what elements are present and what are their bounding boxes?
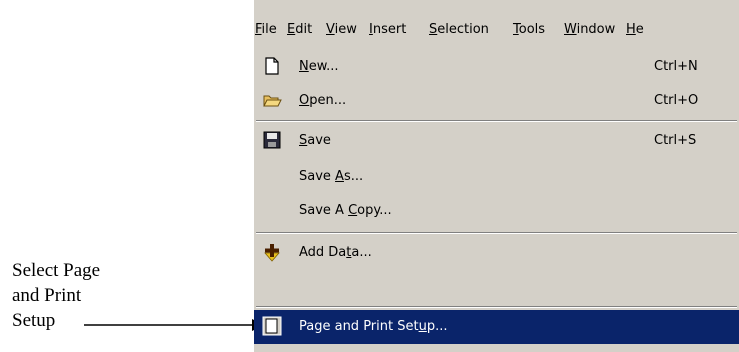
menu-help[interactable]: He [626,22,644,37]
menu-insert[interactable]: Insert [369,22,406,37]
open-folder-icon [263,95,282,107]
shortcut-text: Ctrl+O [654,93,699,108]
menu-item-save-a-copy[interactable]: Save A Copy... [254,194,739,228]
callout-arrow [84,319,264,331]
add-data-icon [264,244,280,262]
menu-item-label: New... [299,59,339,74]
menu-bar: File Edit View Insert Selection Tools Wi… [254,0,739,50]
page-setup-icon [262,316,282,336]
annotation-line-1: Select Page [12,260,101,281]
menu-separator [256,120,737,122]
menu-item-new[interactable]: New... Ctrl+N [254,50,739,84]
shortcut-text: Ctrl+S [654,133,697,148]
menu-separator [256,306,737,308]
file-menu-dropdown: New... Ctrl+N Open... Ctrl+O Save Ctrl+S [254,50,739,352]
menu-file[interactable]: File [255,22,277,37]
menu-item-label: Open... [299,93,347,108]
application-window: File Edit View Insert Selection Tools Wi… [254,0,739,352]
menu-view[interactable]: View [326,22,357,37]
menu-item-add-data[interactable]: Add Data... [254,236,739,270]
menu-separator [256,232,737,234]
menu-item-page-and-print-setup[interactable]: Page and Print Setup... [254,310,739,344]
menu-edit[interactable]: Edit [287,22,312,37]
menu-tools[interactable]: Tools [513,22,545,37]
menu-item-label: Save A Copy... [299,203,392,218]
menu-window[interactable]: Window [564,22,615,37]
menu-item-open[interactable]: Open... Ctrl+O [254,84,739,118]
menu-item-save-as[interactable]: Save As... [254,160,739,194]
menu-selection[interactable]: Selection [429,22,489,37]
menu-item-label: Save As... [299,169,364,184]
menu-item-save[interactable]: Save Ctrl+S [254,124,739,158]
save-disk-icon [263,131,281,149]
new-document-icon [265,57,279,75]
annotation-line-2: and Print [12,285,82,306]
shortcut-text: Ctrl+N [654,59,698,74]
menu-item-label: Save [299,133,331,148]
menu-item-label: Add Data... [299,245,372,260]
menu-item-label: Page and Print Setup... [299,319,448,334]
